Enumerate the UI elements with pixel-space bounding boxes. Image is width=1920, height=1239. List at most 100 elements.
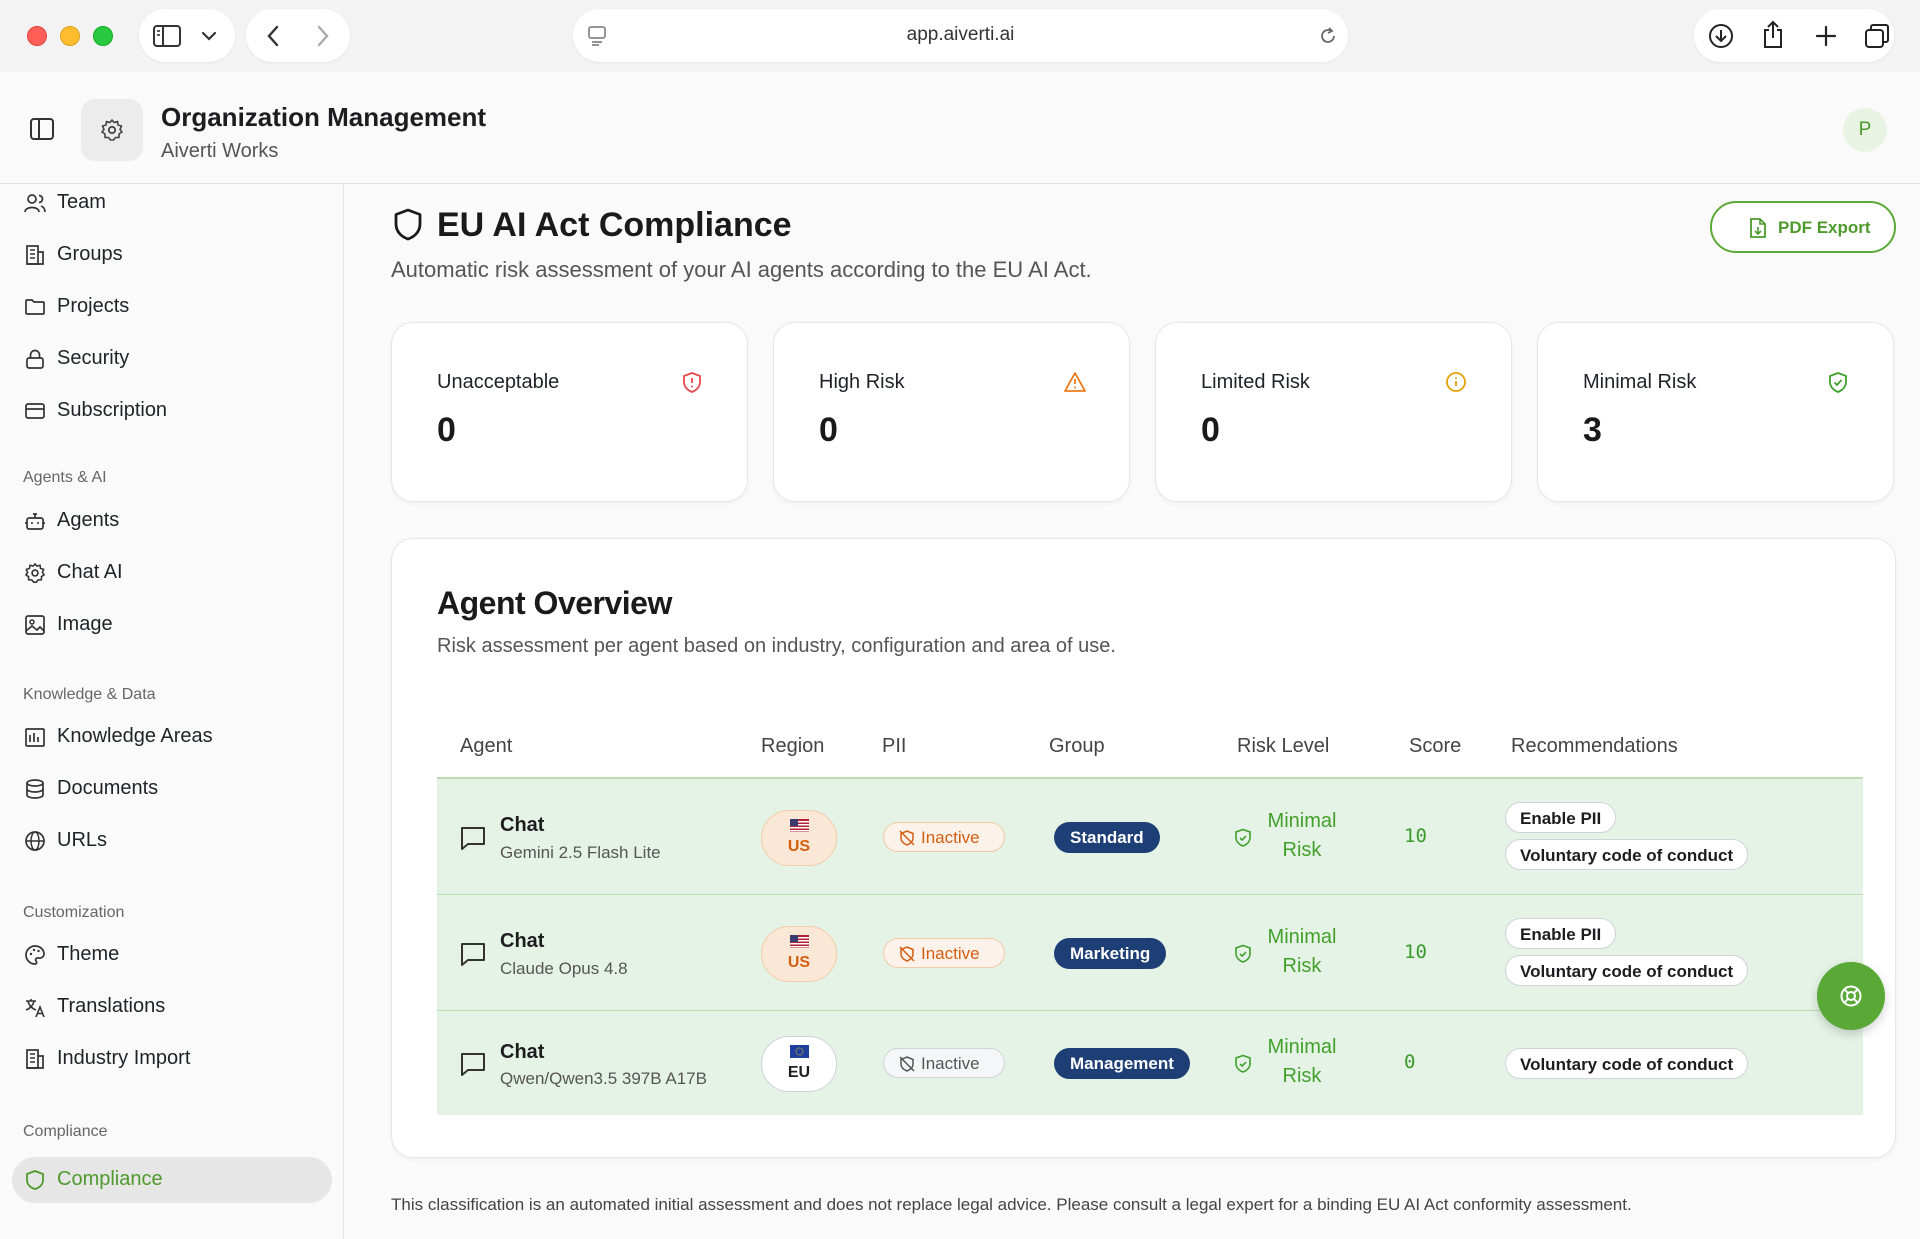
sidebar-item-knowledge-areas[interactable]: Knowledge Areas [12,714,332,760]
globe-icon [25,831,45,851]
shield-off-icon [899,946,915,962]
main-content: EU AI Act Compliance Automatic risk asse… [345,184,1920,1239]
recommendation-chip[interactable]: Enable PII [1505,802,1617,833]
sidebar: Team Groups Projects Security Subscripti… [0,184,344,1239]
recommendation-chip[interactable]: Voluntary code of conduct [1505,1048,1749,1079]
section-label-agents: Agents & AI [23,469,107,486]
help-button[interactable] [1817,962,1885,1030]
risk-level-line: Minimal [1267,1036,1337,1058]
page-title: Organization Management [161,102,487,132]
agent-model: Gemini 2.5 Flash Lite [500,843,661,862]
pdf-export-button[interactable]: PDF Export [1710,201,1896,253]
sidebar-item-groups[interactable]: Groups [12,232,332,278]
forward-arrow-icon[interactable] [316,25,330,47]
sidebar-item-team[interactable]: Team [12,180,332,226]
stat-value: 0 [437,411,456,449]
stat-label: Unacceptable [437,371,560,393]
risk-level: Minimal Risk [1257,923,1347,981]
risk-level: Minimal Risk [1257,807,1347,865]
tabs-overview-icon[interactable] [1864,23,1890,49]
recommendation-chip[interactable]: Voluntary code of conduct [1505,839,1749,870]
region-code: EU [787,1064,811,1081]
sidebar-item-projects[interactable]: Projects [12,284,332,330]
address-bar[interactable]: app.aiverti.ai [573,9,1348,62]
sidebar-item-label: Knowledge Areas [57,725,213,747]
risk-level-line: Minimal [1267,810,1337,832]
file-download-icon [1750,218,1766,238]
recommendation-chip[interactable]: Enable PII [1505,918,1617,949]
stat-card-high-risk: High Risk 0 [773,322,1130,502]
new-tab-icon[interactable] [1814,24,1838,48]
close-window-button[interactable] [27,26,47,46]
us-flag-icon [790,935,809,948]
sidebar-item-theme[interactable]: Theme [12,932,332,978]
sidebar-item-compliance[interactable]: Compliance [12,1157,332,1203]
share-icon[interactable] [1761,20,1785,50]
minimize-window-button[interactable] [60,26,80,46]
agent-model: Claude Opus 4.8 [500,959,628,978]
download-icon[interactable] [1708,23,1734,49]
stat-label: Limited Risk [1201,371,1310,393]
risk-score: 0 [1404,1051,1416,1073]
avatar[interactable]: P [1843,108,1887,152]
risk-level-line: Minimal [1267,926,1337,948]
sidebar-item-urls[interactable]: URLs [12,818,332,864]
sidebar-item-image[interactable]: Image [12,602,332,648]
app-header: Organization Management Aiverti Works P [0,72,1920,184]
region-code: US [787,954,811,971]
column-header-score: Score [1409,735,1462,757]
table-row[interactable]: Chat Claude Opus 4.8 US Inactive Marketi… [437,895,1863,1011]
group-badge: Standard [1054,822,1160,853]
sidebar-item-subscription[interactable]: Subscription [12,388,332,434]
sidebar-toggle-icon[interactable] [30,118,54,140]
agent-overview-subtitle: Risk assessment per agent based on indus… [437,635,1116,657]
translate-icon [25,999,45,1018]
database-icon [26,779,44,799]
message-icon [461,1053,485,1076]
bot-icon [25,513,45,530]
group-badge: Marketing [1054,938,1167,969]
message-icon [461,827,485,850]
table-row[interactable]: Chat Qwen/Qwen3.5 397B A17B EU Inactive … [437,1011,1863,1115]
eu-flag-icon [790,1045,809,1058]
chevron-down-icon[interactable] [201,31,217,41]
sidebar-item-security[interactable]: Security [12,336,332,382]
region-badge: US [761,926,837,982]
stat-label: High Risk [819,371,905,393]
sidebar-item-label: Chat AI [57,561,123,583]
shield-off-icon [899,830,915,846]
sidebar-item-industry-import[interactable]: Industry Import [12,1036,332,1082]
pii-status-badge: Inactive [883,1048,1005,1078]
region-code: US [787,838,811,855]
folder-icon [25,299,45,315]
org-settings-button[interactable] [81,99,143,161]
region-badge: US [761,810,837,866]
sidebar-item-chat-ai[interactable]: Chat AI [12,550,332,596]
building-icon [26,245,44,265]
recommendation-chip[interactable]: Voluntary code of conduct [1505,955,1749,986]
sidebar-item-label: Translations [57,995,166,1017]
history-nav-group [246,9,350,62]
sidebar-item-documents[interactable]: Documents [12,766,332,812]
sidebar-item-translations[interactable]: Translations [12,984,332,1030]
group-badge: Management [1054,1048,1190,1079]
agent-overview-title: Agent Overview [437,585,672,621]
info-icon [1446,372,1466,392]
shield-icon [26,1170,44,1190]
sidebar-item-label: Industry Import [57,1047,191,1069]
risk-score: 10 [1404,941,1427,963]
maximize-window-button[interactable] [93,26,113,46]
table-row[interactable]: Chat Gemini 2.5 Flash Lite US Inactive S… [437,779,1863,895]
sidebar-item-label: Groups [57,243,123,265]
shield-alert-icon [683,372,701,393]
region-badge: EU [761,1036,837,1092]
browser-sidebar-icon[interactable] [153,25,181,47]
users-icon [24,194,46,213]
column-header-group: Group [1049,735,1105,757]
agent-model: Qwen/Qwen3.5 397B A17B [500,1069,707,1088]
sidebar-item-agents[interactable]: Agents [12,498,332,544]
back-arrow-icon[interactable] [266,25,280,47]
reload-icon[interactable] [1318,25,1338,47]
shield-check-icon [1829,372,1847,393]
compliance-subtitle: Automatic risk assessment of your AI age… [391,257,1092,282]
